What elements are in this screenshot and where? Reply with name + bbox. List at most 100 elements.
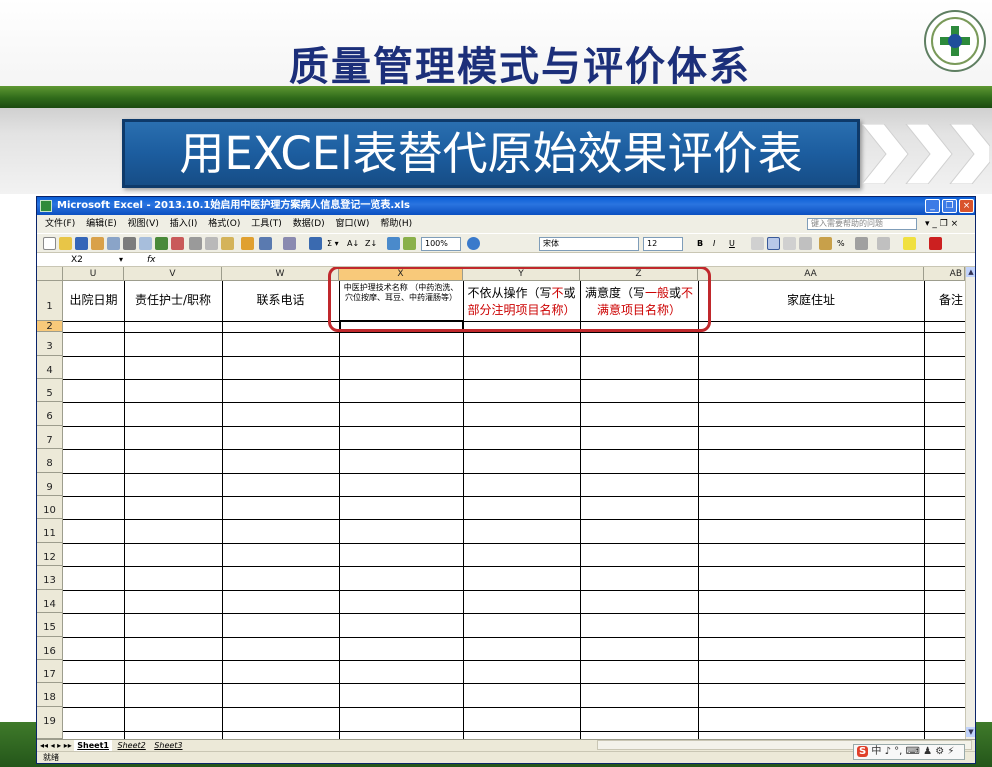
- print-preview-icon[interactable]: [139, 237, 152, 250]
- fill-color-icon[interactable]: [903, 237, 916, 250]
- merge-center-icon[interactable]: [799, 237, 812, 250]
- menu-format[interactable]: 格式(O): [208, 215, 240, 233]
- excel-window: Microsoft Excel - 2013.10.1始启用中医护理方案病人信息…: [36, 196, 976, 764]
- name-box[interactable]: X2: [63, 254, 127, 266]
- scroll-down-icon[interactable]: ▼: [966, 727, 975, 737]
- align-center-icon[interactable]: [767, 237, 780, 250]
- row-header-7[interactable]: 7: [37, 426, 63, 449]
- spreadsheet-grid[interactable]: U V W X Y Z AA AB 1 2 3 4 5 6 7 8 9 10 1…: [37, 267, 965, 739]
- header-cell-nurse[interactable]: 责任护士/职称: [124, 291, 222, 308]
- sheet-nav-icon[interactable]: ◂◂ ◂ ▸ ▸▸: [40, 741, 72, 750]
- help-search-input[interactable]: 键入需要帮助的问题: [807, 218, 917, 230]
- row-header-16[interactable]: 16: [37, 637, 63, 660]
- open-icon[interactable]: [59, 237, 72, 250]
- workbook-controls[interactable]: ▾ _ ❐ ×: [925, 215, 958, 233]
- cut-icon[interactable]: [189, 237, 202, 250]
- bold-button[interactable]: B: [697, 237, 703, 250]
- redo-icon[interactable]: [283, 237, 296, 250]
- row-header-19[interactable]: 19: [37, 707, 63, 739]
- row-header-5[interactable]: 5: [37, 379, 63, 402]
- format-painter-icon[interactable]: [241, 237, 254, 250]
- ime-toolbar[interactable]: S 中 ♪ °, ⌨ ♟ ⚙ ⚡: [853, 744, 965, 760]
- percent-button[interactable]: %: [837, 237, 845, 250]
- currency-icon[interactable]: [819, 237, 832, 250]
- row-header-12[interactable]: 12: [37, 543, 63, 566]
- restore-button[interactable]: ❐: [942, 199, 957, 213]
- header-cell-remarks[interactable]: 备注: [924, 291, 965, 308]
- column-header-v[interactable]: V: [124, 267, 222, 281]
- header-cell-discharge-date[interactable]: 出院日期: [63, 291, 124, 308]
- header-cell-phone[interactable]: 联系电话: [222, 291, 339, 308]
- save-icon[interactable]: [75, 237, 88, 250]
- row-header-13[interactable]: 13: [37, 566, 63, 590]
- align-right-icon[interactable]: [783, 237, 796, 250]
- row-header-15[interactable]: 15: [37, 613, 63, 637]
- paste-icon[interactable]: [221, 237, 234, 250]
- fx-icon[interactable]: fx: [147, 253, 156, 267]
- sort-descending-icon[interactable]: Z↓: [365, 237, 377, 250]
- drawing-icon[interactable]: [403, 237, 416, 250]
- ime-status-icons[interactable]: 中 ♪ °, ⌨ ♟ ⚙ ⚡: [871, 746, 954, 757]
- research-icon[interactable]: [171, 237, 184, 250]
- column-header-w[interactable]: W: [222, 267, 339, 281]
- spelling-icon[interactable]: [155, 237, 168, 250]
- email-icon[interactable]: [107, 237, 120, 250]
- hyperlink-icon[interactable]: [309, 237, 322, 250]
- row-header-2[interactable]: 2: [37, 321, 63, 332]
- name-box-dropdown-icon[interactable]: ▾: [119, 253, 123, 267]
- borders-icon[interactable]: [877, 237, 890, 250]
- font-color-icon[interactable]: [929, 237, 942, 250]
- row-header-10[interactable]: 10: [37, 496, 63, 519]
- row-header-9[interactable]: 9: [37, 473, 63, 496]
- new-icon[interactable]: [43, 237, 56, 250]
- excel-app-icon[interactable]: [40, 200, 52, 212]
- column-header-u[interactable]: U: [63, 267, 124, 281]
- row-header-3[interactable]: 3: [37, 332, 63, 356]
- autosum-icon[interactable]: Σ ▾: [327, 237, 339, 250]
- menu-view[interactable]: 视图(V): [128, 215, 159, 233]
- sort-ascending-icon[interactable]: A↓: [347, 237, 359, 250]
- menu-tools[interactable]: 工具(T): [251, 215, 282, 233]
- chart-wizard-icon[interactable]: [387, 237, 400, 250]
- italic-button[interactable]: I: [713, 237, 715, 250]
- underline-button[interactable]: U: [729, 237, 735, 250]
- menu-edit[interactable]: 编辑(E): [86, 215, 117, 233]
- copy-icon[interactable]: [205, 237, 218, 250]
- sheet-tab-3[interactable]: Sheet3: [151, 740, 185, 751]
- gridline: [580, 281, 581, 739]
- align-left-icon[interactable]: [751, 237, 764, 250]
- menu-file[interactable]: 文件(F): [45, 215, 75, 233]
- header-cell-address[interactable]: 家庭住址: [698, 291, 924, 308]
- undo-icon[interactable]: [259, 237, 272, 250]
- zoom-select[interactable]: 100%: [421, 237, 461, 251]
- select-all-corner[interactable]: [37, 267, 63, 281]
- ime-logo-icon[interactable]: S: [857, 746, 869, 757]
- row-header-4[interactable]: 4: [37, 356, 63, 379]
- row-header-17[interactable]: 17: [37, 660, 63, 683]
- column-header-ab[interactable]: AB: [924, 267, 965, 281]
- permission-icon[interactable]: [91, 237, 104, 250]
- menu-window[interactable]: 窗口(W): [336, 215, 370, 233]
- print-icon[interactable]: [123, 237, 136, 250]
- row-header-14[interactable]: 14: [37, 590, 63, 613]
- row-header-11[interactable]: 11: [37, 519, 63, 543]
- menu-help[interactable]: 帮助(H): [380, 215, 412, 233]
- vertical-scrollbar[interactable]: ▲ ▼: [965, 267, 975, 739]
- sheet-tab-2[interactable]: Sheet2: [115, 740, 149, 751]
- column-header-aa[interactable]: AA: [698, 267, 924, 281]
- close-button[interactable]: ×: [959, 199, 974, 213]
- font-size-select[interactable]: 12: [643, 237, 683, 251]
- row-header-1[interactable]: 1: [37, 281, 63, 321]
- sheet-tab-1[interactable]: Sheet1: [74, 740, 112, 751]
- row-header-8[interactable]: 8: [37, 449, 63, 473]
- menu-data[interactable]: 数据(D): [293, 215, 325, 233]
- help-icon[interactable]: [467, 237, 480, 250]
- indent-icon[interactable]: [855, 237, 868, 250]
- scroll-up-icon[interactable]: ▲: [966, 267, 975, 277]
- menu-insert[interactable]: 插入(I): [170, 215, 198, 233]
- row-header-6[interactable]: 6: [37, 402, 63, 426]
- hospital-emblem-icon: [924, 10, 986, 72]
- row-header-18[interactable]: 18: [37, 683, 63, 707]
- font-name-select[interactable]: 宋体: [539, 237, 639, 251]
- minimize-button[interactable]: _: [925, 199, 940, 213]
